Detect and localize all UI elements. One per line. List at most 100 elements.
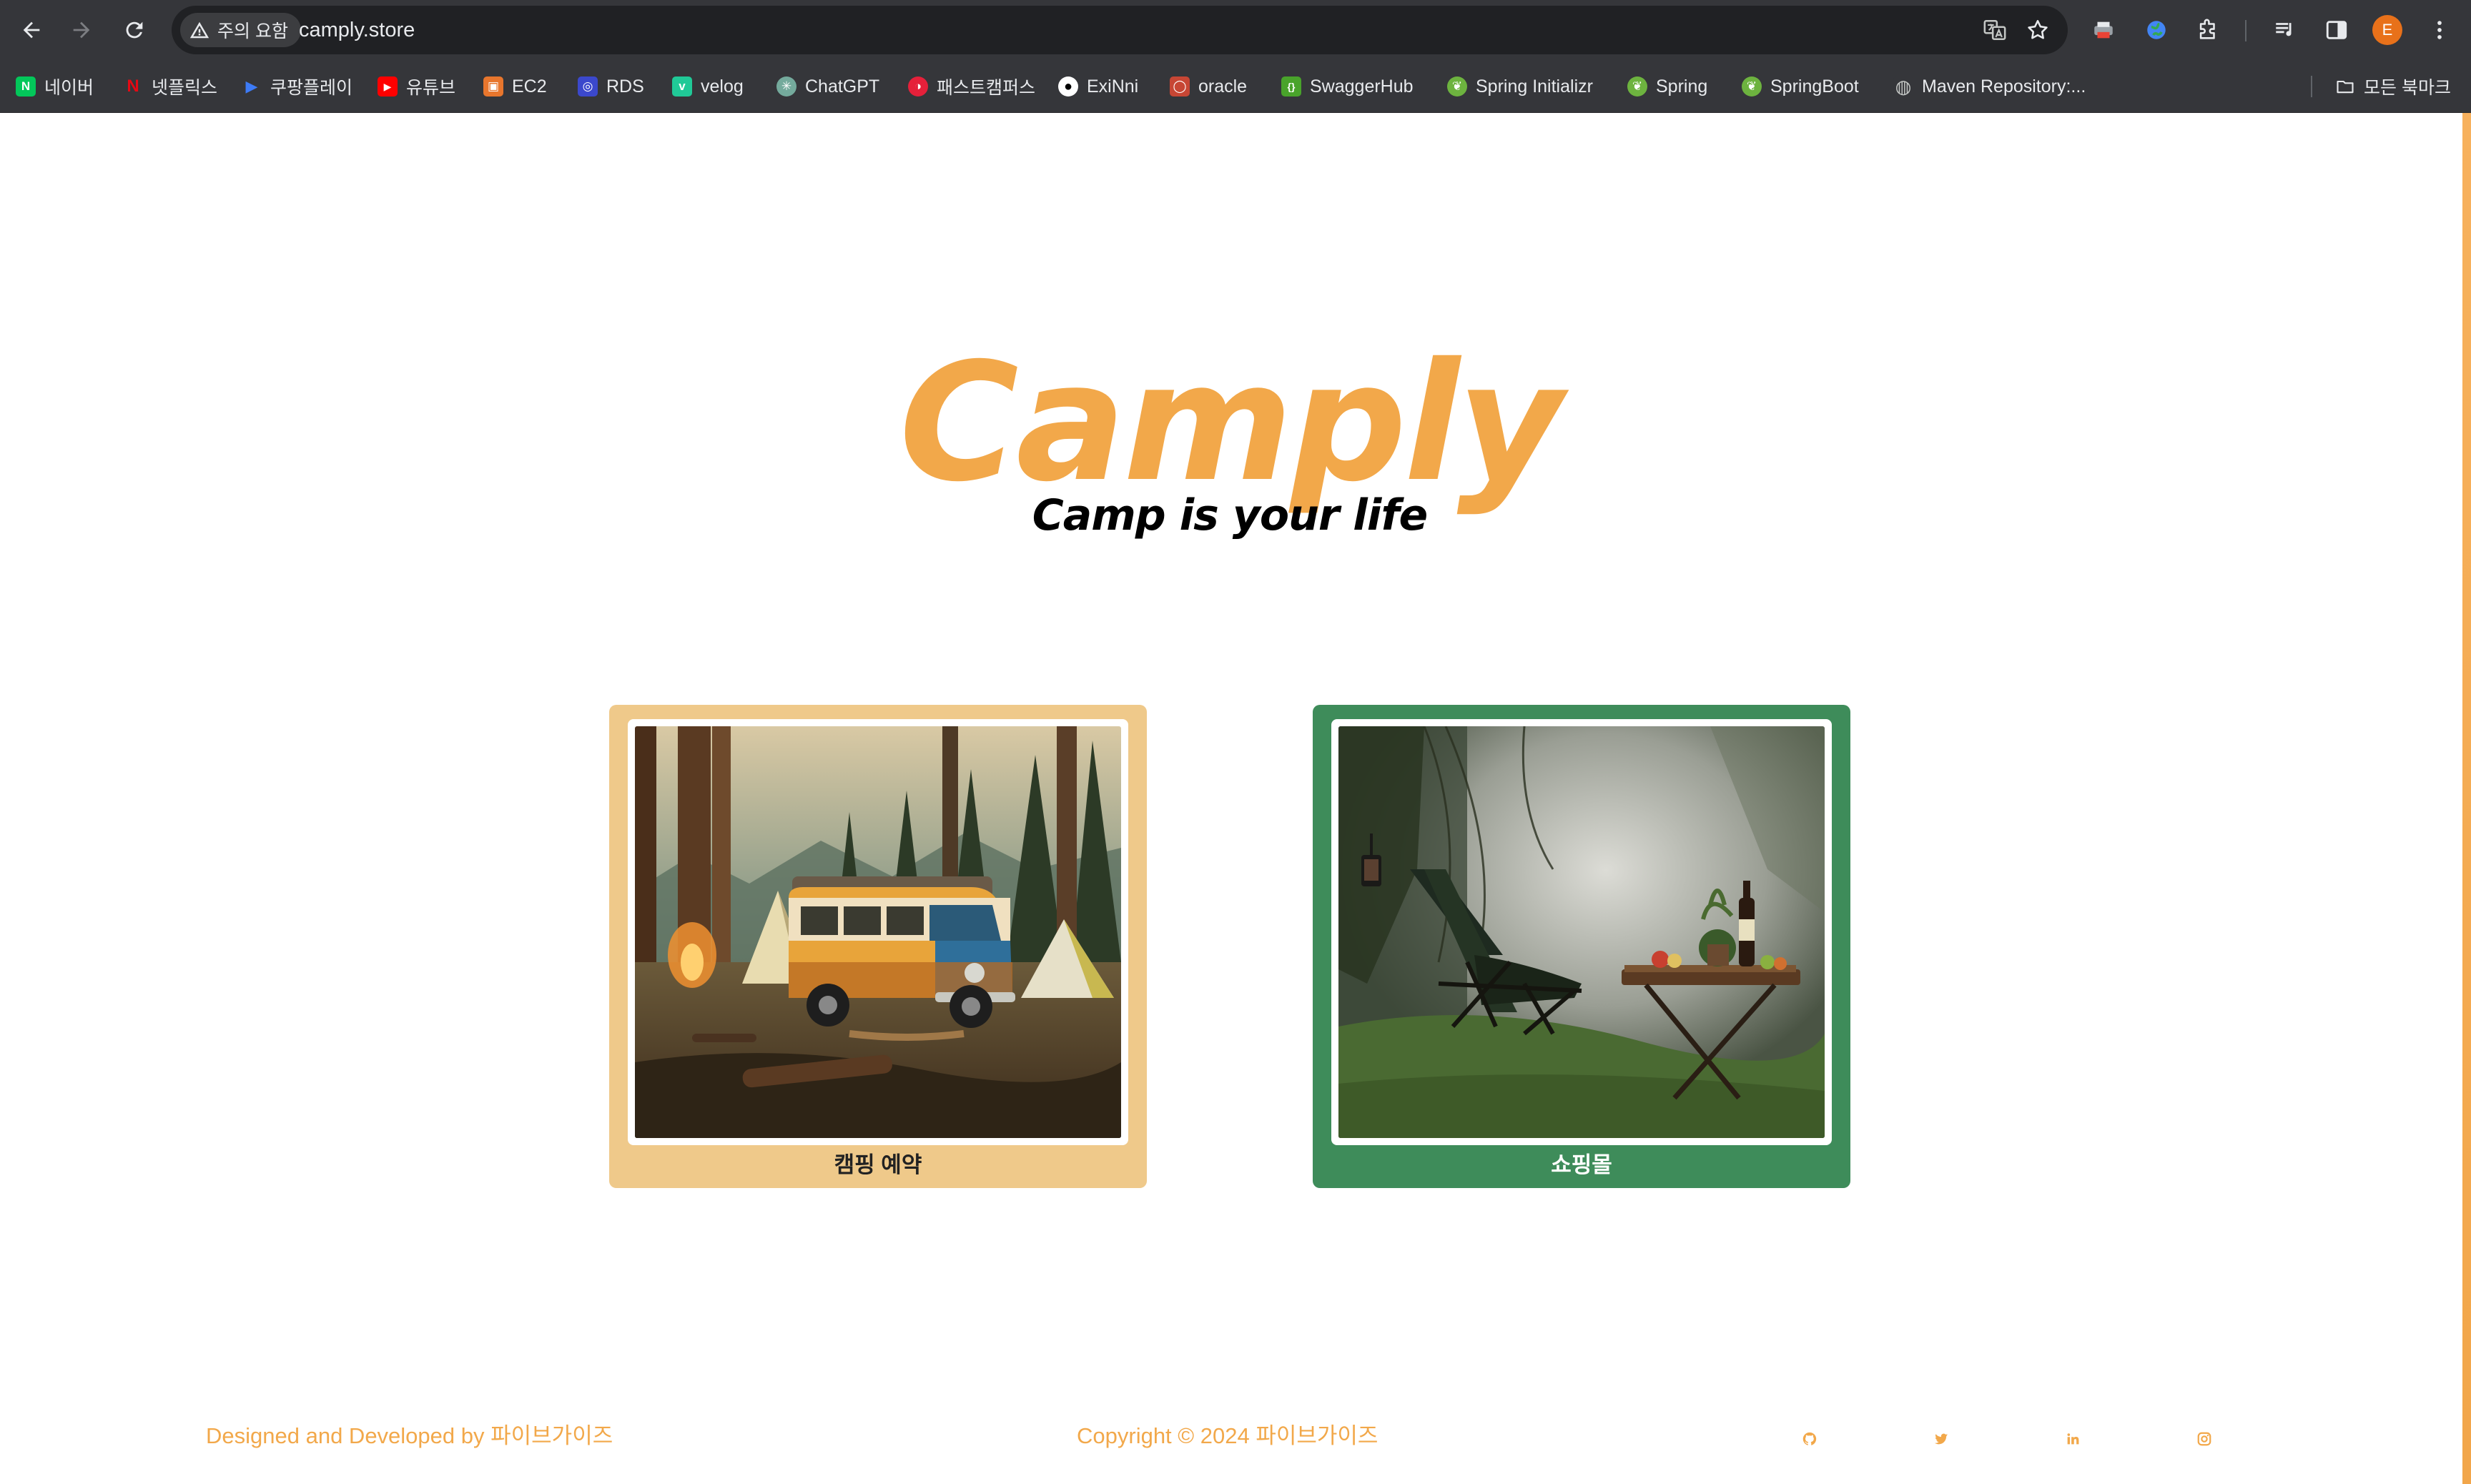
bookmark-label: Maven Repository:... xyxy=(1922,76,2086,97)
linkedin-link[interactable] xyxy=(2063,1430,2082,1448)
globe-icon: ◍ xyxy=(1893,76,1913,97)
github-link[interactable] xyxy=(1800,1430,1819,1448)
printer-icon xyxy=(2094,21,2113,39)
bookmark-spring[interactable]: ❦ Spring xyxy=(1627,71,1707,102)
toolbar-divider xyxy=(2245,20,2246,41)
page-scrollbar[interactable] xyxy=(2462,113,2471,1484)
folder-icon xyxy=(2335,76,2355,97)
bookmark-naver[interactable]: N 네이버 xyxy=(16,71,94,102)
bookmark-exinni[interactable]: ● ExiNni xyxy=(1058,71,1138,102)
bookmark-label: Spring xyxy=(1656,76,1708,97)
instagram-icon xyxy=(2197,1432,2211,1446)
instagram-link[interactable] xyxy=(2195,1430,2214,1448)
profile-avatar[interactable]: E xyxy=(2372,15,2402,45)
kebab-menu-icon xyxy=(2437,21,2442,39)
naver-icon: N xyxy=(16,76,36,97)
extension-reading-button[interactable] xyxy=(2088,14,2119,46)
bookmark-label: ChatGPT xyxy=(805,76,880,97)
bookmark-velog[interactable]: v velog xyxy=(672,71,744,102)
brand-logo-title: Camply xyxy=(899,327,1564,518)
footer-credit: Designed and Developed by 파이브가이즈 xyxy=(206,1423,613,1448)
puzzle-icon xyxy=(2199,19,2215,39)
swagger-icon: {} xyxy=(1281,76,1301,97)
page-content: Camply Camp is your life 캠핑 예약 쇼핑몰 Desig… xyxy=(0,113,2471,1484)
side-panel-button[interactable] xyxy=(2321,14,2352,46)
twitter-link[interactable] xyxy=(1932,1430,1950,1448)
bookmarks-divider xyxy=(2311,76,2312,97)
bookmark-ec2[interactable]: ▣ EC2 xyxy=(483,71,547,102)
all-bookmarks-label: 모든 북마크 xyxy=(2364,78,2451,98)
camping-photo-frame xyxy=(628,719,1128,1145)
extension-globe-button[interactable] xyxy=(2141,14,2172,46)
translate-button[interactable] xyxy=(1981,16,2009,44)
media-control-button[interactable] xyxy=(2269,14,2301,46)
spring-icon: ❦ xyxy=(1447,76,1467,97)
bookmark-label: velog xyxy=(701,76,744,97)
arrow-right-icon xyxy=(73,21,90,39)
shopping-photo-frame xyxy=(1331,719,1832,1145)
bookmark-label: 네이버 xyxy=(44,78,94,98)
youtube-icon: ▶ xyxy=(378,76,398,97)
chatgpt-icon: ✳ xyxy=(776,76,796,97)
bookmark-oracle[interactable]: ◯ oracle xyxy=(1170,71,1247,102)
extensions-button[interactable] xyxy=(2192,14,2224,46)
bookmark-label: SpringBoot xyxy=(1770,76,1859,97)
camping-reservation-label: 캠핑 예약 xyxy=(834,1152,922,1177)
aws-ec2-icon: ▣ xyxy=(483,76,503,97)
velog-icon: v xyxy=(672,76,692,97)
playlist-music-icon xyxy=(2276,23,2292,36)
bookmark-netflix[interactable]: N 넷플릭스 xyxy=(123,71,217,102)
translate-icon xyxy=(1983,19,2006,41)
fastcampus-icon: ◑ xyxy=(908,76,928,97)
bookmark-label: 패스트캠퍼스 xyxy=(937,78,1036,98)
reload-icon xyxy=(126,21,143,39)
star-icon xyxy=(2028,19,2048,39)
netflix-icon: N xyxy=(123,76,143,97)
spring-icon: ❦ xyxy=(1742,76,1762,97)
bookmark-label: EC2 xyxy=(512,76,547,97)
bookmark-spring-initializr[interactable]: ❦ Spring Initializr xyxy=(1447,71,1593,102)
bookmark-label: ExiNni xyxy=(1087,76,1139,97)
coupangplay-icon: ▶ xyxy=(242,76,262,97)
brand-slogan: Camp is your life xyxy=(1032,490,1429,540)
bookmark-label: RDS xyxy=(606,76,644,97)
footer-copyright: Copyright © 2024 파이브가이즈 xyxy=(1077,1423,1378,1448)
browser-toolbar: 주의 요함 camply.store E xyxy=(0,0,2471,60)
linkedin-icon xyxy=(2067,1433,2079,1445)
address-bar[interactable]: 주의 요함 camply.store xyxy=(172,6,2068,54)
bookmark-label: SwaggerHub xyxy=(1310,76,1414,97)
security-chip[interactable]: 주의 요함 xyxy=(180,13,301,47)
bookmark-label: 쿠팡플레이 xyxy=(270,78,353,98)
camping-reservation-card[interactable]: 캠핑 예약 xyxy=(609,705,1147,1188)
forward-button[interactable] xyxy=(64,13,99,47)
bookmark-label: 유튜브 xyxy=(406,78,456,98)
url-text[interactable]: camply.store xyxy=(299,6,415,54)
bookmark-swaggerhub[interactable]: {} SwaggerHub xyxy=(1281,71,1414,102)
warning-icon xyxy=(189,21,209,39)
spring-icon: ❦ xyxy=(1627,76,1647,97)
bookmark-star-button[interactable] xyxy=(2023,16,2052,44)
shopping-mall-card[interactable]: 쇼핑몰 xyxy=(1313,705,1850,1188)
browser-menu-button[interactable] xyxy=(2424,14,2455,46)
bookmark-label: Spring Initializr xyxy=(1476,76,1593,97)
bookmark-chatgpt[interactable]: ✳ ChatGPT xyxy=(776,71,879,102)
arrow-left-icon xyxy=(23,21,40,39)
bookmark-fastcampus[interactable]: ◑ 패스트캠퍼스 xyxy=(908,71,1035,102)
bookmark-rds[interactable]: ◎ RDS xyxy=(578,71,644,102)
bookmark-springboot[interactable]: ❦ SpringBoot xyxy=(1742,71,1859,102)
camping-van-photo xyxy=(635,726,1121,1138)
github-icon xyxy=(1802,1432,1817,1445)
back-button[interactable] xyxy=(14,13,49,47)
all-bookmarks-button[interactable]: 모든 북마크 xyxy=(2335,71,2451,102)
github-icon: ● xyxy=(1058,76,1078,97)
bookmark-youtube[interactable]: ▶ 유튜브 xyxy=(378,71,455,102)
bookmark-maven-repository[interactable]: ◍ Maven Repository:... xyxy=(1893,71,2086,102)
security-label: 주의 요함 xyxy=(217,21,288,41)
oracle-icon: ◯ xyxy=(1170,76,1190,97)
side-panel-icon xyxy=(2326,21,2347,39)
bookmark-coupangplay[interactable]: ▶ 쿠팡플레이 xyxy=(242,71,352,102)
bookmarks-bar: N 네이버 N 넷플릭스 ▶ 쿠팡플레이 ▶ 유튜브 ▣ EC2 ◎ RDS v… xyxy=(0,60,2471,113)
shopping-mall-label: 쇼핑몰 xyxy=(1551,1152,1612,1177)
aws-rds-icon: ◎ xyxy=(578,76,598,97)
reload-button[interactable] xyxy=(117,13,152,47)
